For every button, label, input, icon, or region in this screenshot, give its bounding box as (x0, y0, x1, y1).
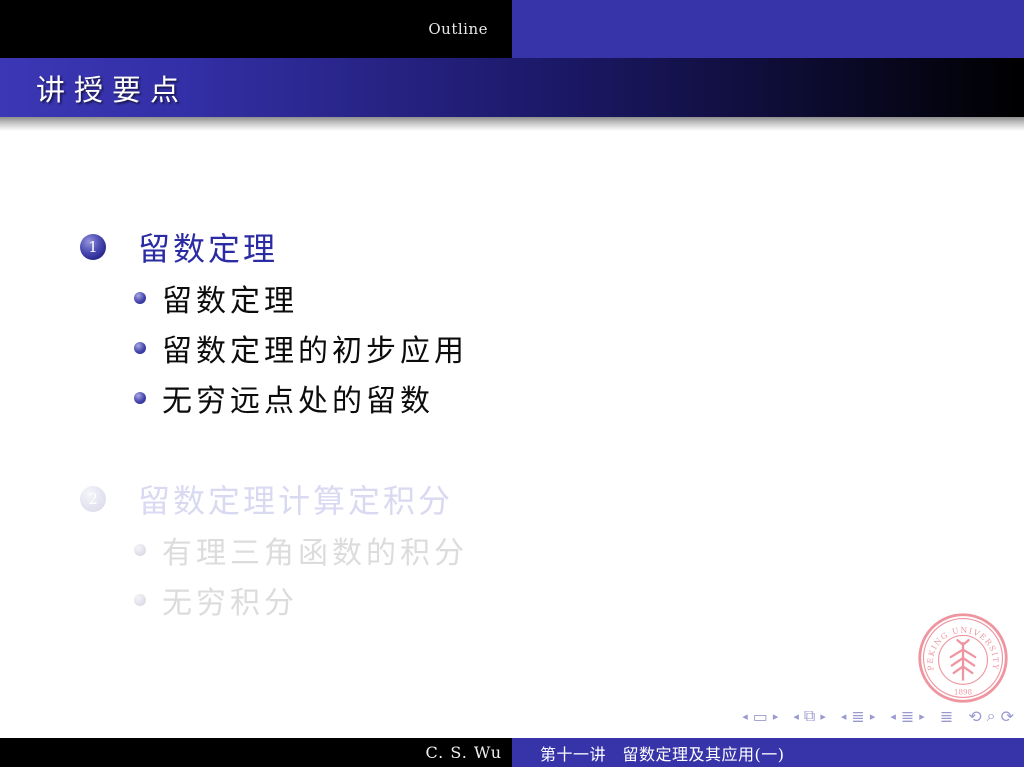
prev-subsection-icon[interactable]: ◂ (841, 710, 847, 723)
bullet-sphere-icon (134, 392, 146, 404)
navigation-bar: ◂ ▭ ▸ ◂ ⧉ ▸ ◂ ≣ ▸ ◂ ≣ ▸ ≣ ⟲ ⌕ ⟳ (742, 703, 1014, 729)
nav-section-group: ◂ ≣ ▸ (890, 707, 924, 726)
bullet-sphere-icon (134, 292, 146, 304)
logo-year: 1898 (954, 688, 972, 697)
toc-item-1-2[interactable]: 留数定理的初步应用 (134, 326, 468, 370)
search-icon[interactable]: ⌕ (987, 706, 996, 726)
toc-item-2-2[interactable]: 无穷积分 (134, 578, 298, 622)
section-label: Outline (428, 20, 488, 38)
toc-item-1-1-label[interactable]: 留数定理 (162, 276, 298, 320)
peking-university-logo: PEKING UNIVERSITY 1898 (918, 613, 1008, 703)
bullet-sphere-icon (134, 544, 146, 556)
nav-slide-group: ◂ ▭ ▸ (742, 707, 778, 726)
subsection-icon[interactable]: ≣ (851, 707, 864, 726)
foot-bar-title-cell: 第十一讲 留数定理及其应用(一) (512, 738, 1024, 767)
forward-icon[interactable]: ⟳ (1001, 707, 1014, 726)
head-bar-section-cell: Outline (0, 0, 512, 58)
slide-icon[interactable]: ▭ (753, 707, 768, 726)
toc-item-1-3[interactable]: 无穷远点处的留数 (134, 376, 434, 420)
prev-frame-icon[interactable]: ◂ (793, 710, 799, 723)
section-icon[interactable]: ≣ (901, 707, 914, 726)
head-bar-subsection-cell (512, 0, 1024, 58)
toc-section-1[interactable]: 1 留数定理 (80, 224, 278, 270)
bullet-sphere-icon (134, 594, 146, 606)
next-subsection-icon[interactable]: ▸ (870, 710, 876, 723)
logo-tree-emblem (949, 639, 977, 681)
lecture-title: 第十一讲 留数定理及其应用(一) (540, 744, 785, 764)
appendix-icon[interactable]: ≣ (940, 707, 953, 726)
section-number: 2 (88, 490, 98, 508)
section-number-ball: 2 (80, 486, 106, 512)
foot-bar: C. S. Wu 第十一讲 留数定理及其应用(一) (0, 738, 1024, 767)
toc-item-2-1[interactable]: 有理三角函数的积分 (134, 528, 468, 572)
nav-frame-group: ◂ ⧉ ▸ (793, 706, 826, 726)
next-section-icon[interactable]: ▸ (919, 710, 925, 723)
section-number-ball: 1 (80, 234, 106, 260)
frame-title: 讲授要点 (36, 72, 189, 107)
nav-history-group: ⟲ ⌕ ⟳ (968, 706, 1014, 726)
frame-icon[interactable]: ⧉ (804, 706, 815, 726)
toc-item-1-2-label[interactable]: 留数定理的初步应用 (162, 326, 468, 370)
nav-subsection-group: ◂ ≣ ▸ (841, 707, 875, 726)
author-name: C. S. Wu (425, 743, 502, 762)
prev-section-icon[interactable]: ◂ (890, 710, 896, 723)
toc-section-2[interactable]: 2 留数定理计算定积分 (80, 476, 453, 522)
next-frame-icon[interactable]: ▸ (820, 710, 826, 723)
toc-item-1-3-label[interactable]: 无穷远点处的留数 (162, 376, 434, 420)
frame-title-bar: 讲授要点 (0, 58, 1024, 117)
presentation-slide: Outline 讲授要点 1 留数定理 留数定理 留数定理的初步应用 无穷远点处… (0, 0, 1024, 767)
toc-item-1-1[interactable]: 留数定理 (134, 276, 298, 320)
frame-title-shadow (0, 117, 1024, 131)
nav-appendix-group: ≣ (940, 707, 953, 726)
next-slide-icon[interactable]: ▸ (773, 710, 779, 723)
toc-item-2-2-label[interactable]: 无穷积分 (162, 578, 298, 622)
toc-section-1-title[interactable]: 留数定理 (138, 224, 278, 270)
toc-item-2-1-label[interactable]: 有理三角函数的积分 (162, 528, 468, 572)
toc-section-2-title[interactable]: 留数定理计算定积分 (138, 476, 453, 522)
head-bar: Outline (0, 0, 1024, 58)
foot-bar-author-cell: C. S. Wu (0, 738, 512, 767)
section-number: 1 (88, 238, 98, 256)
prev-slide-icon[interactable]: ◂ (742, 710, 748, 723)
back-icon[interactable]: ⟲ (968, 707, 981, 726)
bullet-sphere-icon (134, 342, 146, 354)
